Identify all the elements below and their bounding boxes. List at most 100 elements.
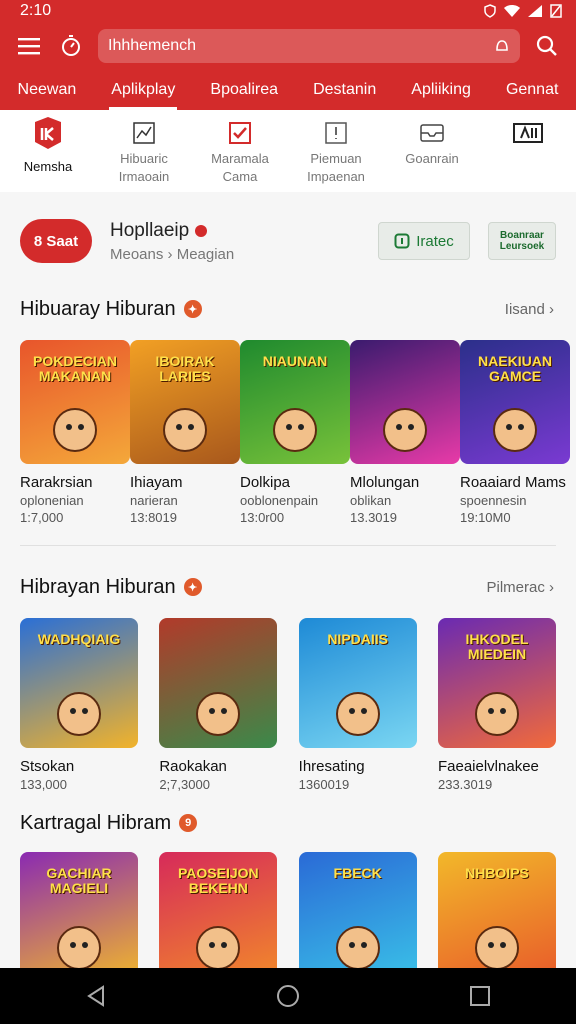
app-title: Rarakrsian bbox=[20, 474, 93, 491]
tab-4[interactable]: Apliiking bbox=[409, 70, 473, 110]
home-icon[interactable] bbox=[276, 984, 300, 1008]
app-thumbnail[interactable]: FBECK bbox=[298, 852, 417, 982]
app-thumbnail[interactable]: WADHQIAIG bbox=[20, 618, 138, 748]
status-time: 2:10 bbox=[20, 2, 52, 19]
app-thumbnail[interactable]: NAEKIUAN GAMCE bbox=[460, 340, 570, 464]
status-bar: 2:10 bbox=[0, 0, 576, 22]
section-title: Hibrayan Hiburan bbox=[20, 575, 176, 598]
app-subtitle: oblikan bbox=[350, 493, 392, 508]
character-face-icon bbox=[474, 926, 519, 970]
thumbnail-art-text: PAOSEIJON BEKEHN bbox=[178, 865, 259, 896]
top-bar: Ihhhemench bbox=[0, 22, 576, 70]
tab-5[interactable]: Gennat bbox=[504, 70, 560, 110]
promo-pill[interactable]: 8 Saat bbox=[20, 219, 92, 263]
category-1[interactable]: Hibuaric Irmaoain bbox=[104, 120, 184, 186]
thumbnail-art-text: WADHQIAIG bbox=[37, 631, 121, 647]
app-card[interactable]: NAEKIUAN GAMCE Roaaiard Mams spoennesin 19:… bbox=[460, 340, 570, 525]
character-face-icon bbox=[57, 926, 101, 970]
app-logo-icon bbox=[35, 117, 61, 149]
see-more-link[interactable]: Pilmerac › bbox=[486, 579, 554, 596]
app-thumbnail[interactable]: GACHIAR MAGIELI bbox=[20, 852, 138, 982]
promo-subtitle: Meoans › Meagian bbox=[110, 245, 235, 263]
search-input[interactable]: Ihhhemench bbox=[98, 29, 520, 63]
app-downloads: 1360019 bbox=[298, 777, 350, 792]
category-2[interactable]: Maramala Cama bbox=[200, 120, 280, 186]
thumbnail-art-text: GACHIAR MAGIELI bbox=[46, 865, 112, 896]
menu-button[interactable] bbox=[14, 31, 44, 61]
app-card[interactable]: NHBOIPS bbox=[437, 852, 556, 982]
tab-3[interactable]: Destanin bbox=[311, 70, 378, 110]
stopwatch-icon bbox=[62, 35, 80, 56]
character-face-icon bbox=[273, 408, 317, 452]
app-thumbnail[interactable]: PAOSEIJON BEKEHN bbox=[159, 852, 278, 982]
app-card[interactable]: Raokakan 2;7,3000 bbox=[159, 618, 278, 792]
character-face-icon bbox=[53, 408, 97, 452]
app-thumbnail[interactable]: NHBOIPS bbox=[437, 852, 556, 982]
search-button[interactable] bbox=[532, 31, 562, 61]
inbox-icon bbox=[420, 124, 444, 142]
install-button[interactable]: Iratec bbox=[378, 222, 470, 260]
info-icon bbox=[325, 122, 347, 144]
app-card[interactable]: NIPDAIIS Ihresating 1360019 bbox=[298, 618, 417, 792]
shield-icon bbox=[484, 4, 496, 18]
app-downloads: 19:10M0 bbox=[460, 510, 511, 525]
promo-banner: 8 Saat Hopllaeip Meoans › Meagian Iratec… bbox=[0, 192, 576, 290]
app-thumbnail[interactable] bbox=[350, 340, 460, 464]
see-more-link[interactable]: Iisand › bbox=[505, 301, 554, 318]
app-thumbnail[interactable]: IBOIRAK LARIES bbox=[130, 340, 240, 464]
app-card[interactable]: GACHIAR MAGIELI bbox=[20, 852, 138, 982]
app-card[interactable]: FBECK bbox=[298, 852, 417, 982]
hamburger-icon bbox=[18, 38, 40, 55]
app-thumbnail[interactable]: NIAUNAN bbox=[240, 340, 350, 464]
app-thumbnail[interactable]: NIPDAIIS bbox=[298, 618, 417, 748]
tab-2[interactable]: Bpoalirea bbox=[208, 70, 280, 110]
thumbnail-art-text: NIAUNAN bbox=[262, 353, 328, 369]
app-card[interactable]: PAOSEIJON BEKEHN bbox=[159, 852, 278, 982]
category-4[interactable]: Goanrain bbox=[392, 120, 472, 168]
section-2: Kartragal Hibram 9 GACHIAR MAGIELI PAOSEIJ… bbox=[0, 804, 576, 982]
mic-icon[interactable] bbox=[494, 38, 510, 54]
category-strip: Nemsha Hibuaric Irmaoain Maramala Cama P… bbox=[0, 110, 576, 192]
thumbnail-art-text: IHKODEL MIEDEIN bbox=[465, 631, 529, 662]
app-downloads: 13:8019 bbox=[130, 510, 177, 525]
app-card[interactable]: POKDECIAN MAKANAN Rarakrsian oplonenian 1:7… bbox=[20, 340, 130, 525]
category-0[interactable]: Nemsha bbox=[8, 117, 88, 176]
app-card[interactable]: WADHQIAIG Stsokan 133,000 bbox=[20, 618, 138, 792]
category-5[interactable] bbox=[488, 120, 568, 150]
character-face-icon bbox=[335, 926, 380, 970]
app-card[interactable]: IBOIRAK LARIES Ihiayam narieran 13:8019 bbox=[130, 340, 240, 525]
thumbnail-art-text: NHBOIPS bbox=[465, 865, 529, 881]
app-downloads: 13:0r00 bbox=[240, 510, 285, 525]
signal-icon bbox=[528, 5, 542, 17]
search-icon bbox=[536, 35, 557, 56]
system-nav-bar bbox=[0, 968, 576, 1024]
row-2: GACHIAR MAGIELI PAOSEIJON BEKEHN FBECK NHBO… bbox=[0, 852, 576, 982]
app-thumbnail[interactable]: POKDECIAN MAKANAN bbox=[20, 340, 130, 464]
row-0: POKDECIAN MAKANAN Rarakrsian oplonenian 1:7… bbox=[0, 340, 576, 525]
tab-0[interactable]: Neewan bbox=[16, 70, 79, 110]
fire-badge-icon: ✦ bbox=[183, 300, 202, 318]
app-thumbnail[interactable] bbox=[159, 618, 278, 748]
tab-1[interactable]: Aplikplay bbox=[109, 70, 178, 110]
app-thumbnail[interactable]: IHKODEL MIEDEIN bbox=[437, 618, 556, 748]
section-0: Hibuaray Hiburan ✦ Iisand › POKDECIAN MAK… bbox=[0, 290, 576, 525]
app-subtitle: spoennesin bbox=[460, 493, 527, 508]
recents-icon[interactable] bbox=[469, 985, 491, 1007]
app-card[interactable]: IHKODEL MIEDEIN Faeaielvlnakee 233.3019 bbox=[437, 618, 556, 792]
back-icon[interactable] bbox=[85, 985, 107, 1007]
section-title: Hibuaray Hiburan bbox=[20, 297, 176, 320]
app-subtitle: oplonenian bbox=[20, 493, 84, 508]
tab-bar: Neewan Aplikplay Bpoalirea Destanin Apli… bbox=[0, 70, 576, 110]
character-face-icon bbox=[196, 926, 241, 970]
character-face-icon bbox=[57, 692, 101, 736]
app-card[interactable]: Mlolungan oblikan 13.3019 bbox=[350, 340, 460, 525]
timer-button[interactable] bbox=[56, 31, 86, 61]
app-title: Faeaielvlnakee bbox=[437, 758, 539, 775]
secondary-button[interactable]: Boanraar Leursoek bbox=[488, 222, 556, 260]
app-downloads: 2;7,3000 bbox=[159, 777, 210, 792]
category-3[interactable]: Piemuan Impaenan bbox=[296, 120, 376, 186]
app-card[interactable]: NIAUNAN Dolkipa ooblonenpain 13:0r00 bbox=[240, 340, 350, 525]
thumbnail-art-text: POKDECIAN MAKANAN bbox=[32, 353, 117, 384]
app-title: Raokakan bbox=[159, 758, 227, 775]
thumbnail-art-text: FBECK bbox=[333, 865, 382, 881]
